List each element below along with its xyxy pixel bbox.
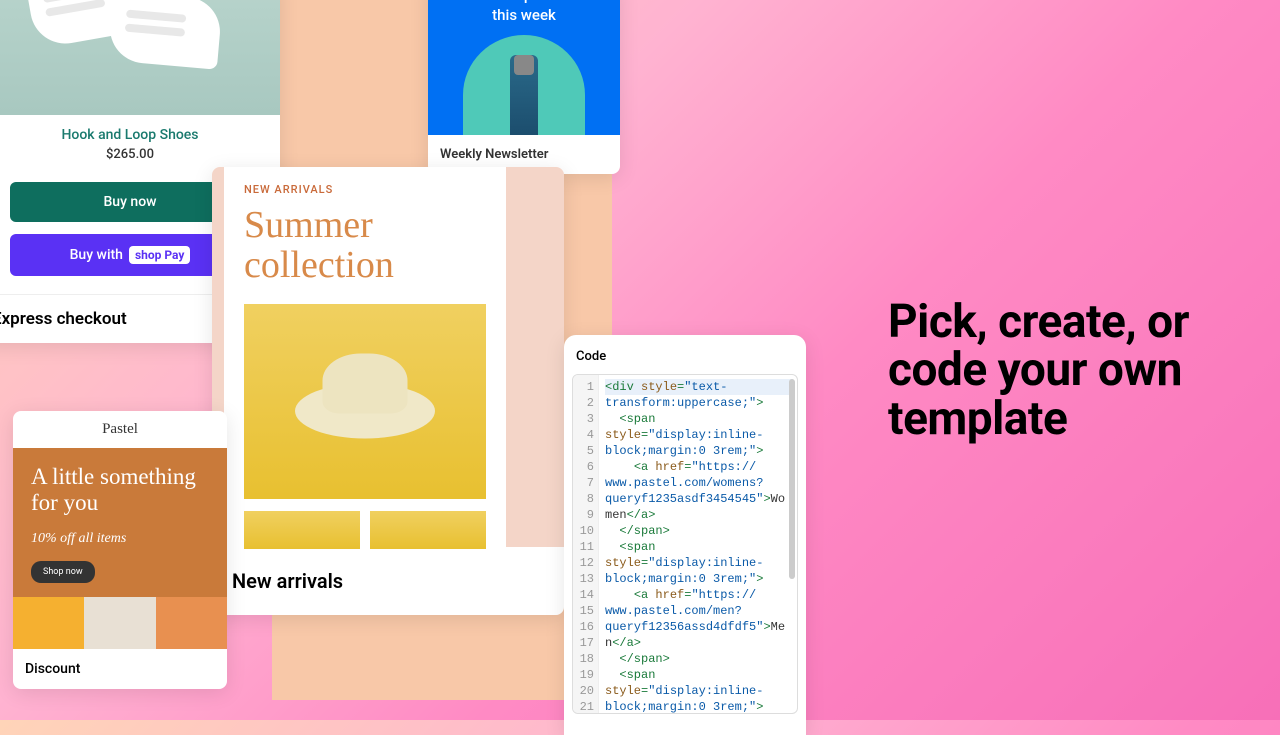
- arrivals-card-label: New arrivals: [212, 547, 564, 615]
- product-price: $265.00: [0, 147, 280, 162]
- product-name: Hook and Loop Shoes: [0, 127, 280, 143]
- discount-card[interactable]: Pastel A little something for you 10% of…: [13, 411, 227, 689]
- product-image: [0, 0, 280, 115]
- discount-hero: A little something for you 10% off all i…: [13, 448, 227, 597]
- product-image: [463, 35, 585, 135]
- newsletter-body: Hot new products this week: [428, 0, 620, 135]
- brand-logo: Pastel: [13, 411, 227, 448]
- newsletter-title: Hot new products this week: [440, 0, 608, 35]
- discount-subheading: 10% off all items: [31, 531, 209, 547]
- arrivals-body: NEW ARRIVALS Summer collection: [212, 167, 564, 547]
- code-card-label: Code: [564, 335, 806, 374]
- image-strip: [13, 597, 227, 649]
- code-card[interactable]: Code 123456789101112131415161718192021 <…: [564, 335, 806, 735]
- code-editor[interactable]: 123456789101112131415161718192021 <div s…: [572, 374, 798, 714]
- scrollbar-thumb[interactable]: [789, 379, 795, 579]
- headline-text: Pick, create, or code your own template: [888, 298, 1280, 443]
- thumbnail[interactable]: [370, 511, 486, 549]
- discount-card-label: Discount: [13, 649, 227, 689]
- arrivals-tag: NEW ARRIVALS: [244, 183, 486, 196]
- thumbnail-row: [244, 511, 486, 549]
- shop-pay-badge: shop Pay: [129, 246, 190, 264]
- code-content[interactable]: <div style="text-transform:uppercase;"> …: [603, 375, 797, 714]
- buy-with-label: Buy with: [70, 247, 123, 263]
- shop-now-button[interactable]: Shop now: [31, 561, 95, 583]
- newsletter-card[interactable]: Hot new products this week Weekly Newsle…: [428, 0, 620, 174]
- line-number-gutter: 123456789101112131415161718192021: [573, 375, 599, 714]
- discount-heading: A little something for you: [31, 464, 209, 517]
- product-image: [244, 304, 486, 499]
- arrivals-title: Summer collection: [244, 206, 486, 286]
- new-arrivals-card[interactable]: NEW ARRIVALS Summer collection New arriv…: [212, 167, 564, 615]
- thumbnail[interactable]: [244, 511, 360, 549]
